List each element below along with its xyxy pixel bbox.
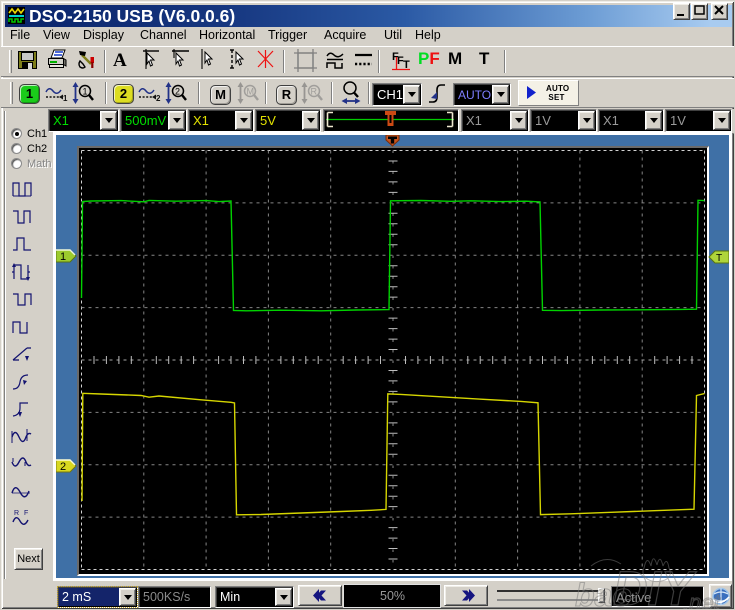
svg-text:2: 2	[156, 94, 161, 103]
svg-text:T: T	[716, 253, 722, 264]
svg-text:2: 2	[60, 461, 66, 473]
svg-text:1: 1	[63, 94, 68, 103]
svg-text:.net: .net	[683, 590, 721, 610]
svg-text:1: 1	[60, 251, 66, 263]
svg-text:R: R	[311, 87, 318, 97]
svg-text:R: R	[14, 510, 19, 517]
svg-text:2: 2	[175, 87, 180, 97]
svg-text:M: M	[247, 87, 255, 97]
svg-text:F: F	[24, 510, 28, 517]
svg-text:1: 1	[83, 87, 88, 97]
